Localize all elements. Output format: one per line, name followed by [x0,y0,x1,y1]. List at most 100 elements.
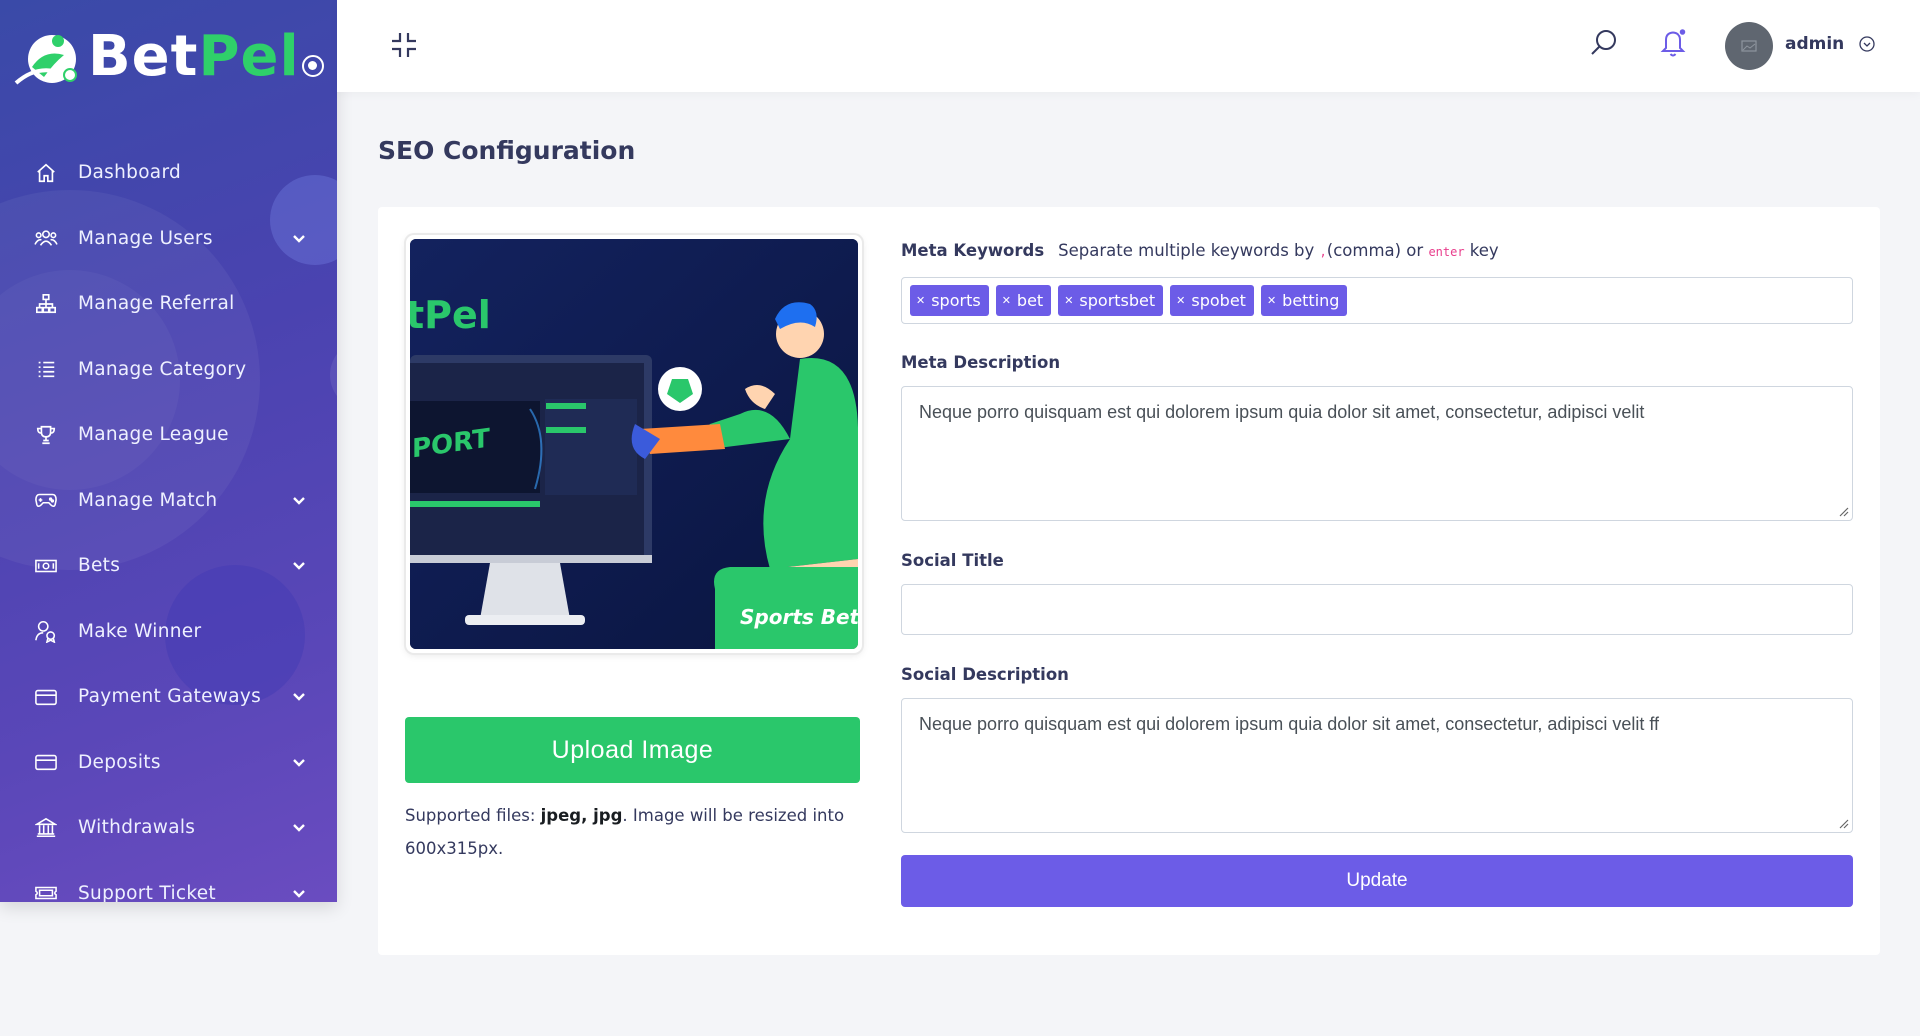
search-icon[interactable] [1589,28,1619,58]
sidebar-item-label: Payment Gateways [78,686,262,708]
sidebar-item-manage-referral[interactable]: Manage Referral [0,271,337,337]
sidebar-item-withdrawals[interactable]: Withdrawals [0,795,337,861]
money-bill-icon [33,553,59,579]
social-title-label: Social Title [901,551,1004,570]
chevron-down-icon [293,562,305,570]
chevron-down-circle-icon[interactable] [1858,35,1876,53]
keyword-tag-label: bet [1016,291,1044,310]
sidebar-toggle-button[interactable] [302,55,324,77]
trophy-icon [33,422,59,448]
brand-logo[interactable]: BetPel [14,22,300,92]
sidebar-item-bets[interactable]: Bets [0,533,337,599]
sidebar-item-label: Deposits [78,751,161,773]
keyword-tag: ✕ sportsbet [1058,285,1164,316]
meta-description-textarea[interactable]: Neque porro quisquam est qui dolorem ips… [901,386,1853,521]
sidebar-item-payment-gateways[interactable]: Payment Gateways [0,664,337,730]
remove-tag-icon[interactable]: ✕ [1064,294,1073,307]
resize-handle-icon[interactable] [1837,817,1849,829]
seo-image: tPel PORT Sports Bet [410,239,858,649]
sidebar-item-support-ticket[interactable]: Support Ticket [0,861,337,902]
sidebar-item-label: Manage Category [78,358,247,380]
social-description-textarea[interactable]: Neque porro quisquam est qui dolorem ips… [901,698,1853,833]
users-icon [33,225,59,251]
keyword-tag: ✕ bet [995,285,1052,316]
sidebar-item-make-winner[interactable]: Make Winner [0,599,337,665]
brand-part2: Pel [198,24,300,89]
sidebar-item-label: Bets [78,555,121,577]
meta-description-value: Neque porro quisquam est qui dolorem ips… [919,402,1645,422]
update-button[interactable]: Update [901,855,1853,907]
chevron-down-icon [293,693,305,701]
supported-prefix: Supported files: [405,806,541,825]
gamepad-icon [33,487,59,513]
social-description-value: Neque porro quisquam est qui dolorem ips… [919,714,1660,734]
sidebar-item-label: Manage League [78,424,229,446]
remove-tag-icon[interactable]: ✕ [1002,294,1011,307]
sidebar-item-manage-league[interactable]: Manage League [0,402,337,468]
sidebar-item-dashboard[interactable]: Dashboard [0,140,337,206]
user-award-icon [33,618,59,644]
seo-image-preview: tPel PORT Sports Bet [406,235,862,653]
sitemap-icon [33,291,59,317]
sidebar-item-label: Manage Users [78,227,213,249]
chevron-down-icon [293,824,305,832]
meta-keywords-input[interactable]: ✕ sports ✕ bet ✕ sportsbet ✕ spobet ✕ betting [901,277,1853,324]
keyword-tag-label: spobet [1191,291,1246,310]
page-title: SEO Configuration [378,136,636,165]
meta-keywords-label-text: Meta Keywords [901,241,1045,260]
upload-image-button[interactable]: Upload Image [405,717,860,783]
sidebar-item-label: Support Ticket [78,882,216,902]
social-description-label: Social Description [901,665,1069,684]
sidebar-item-label: Dashboard [78,162,182,184]
user-name[interactable]: admin [1785,34,1844,54]
hint-prefix: Separate multiple keywords by [1058,241,1320,260]
sidebar-item-label: Withdrawals [78,817,196,839]
keyword-tag-label: sports [931,291,981,310]
wallet-icon [33,749,59,775]
social-title-input[interactable] [901,584,1853,635]
sidebar-item-manage-match[interactable]: Manage Match [0,468,337,534]
remove-tag-icon[interactable]: ✕ [916,294,925,307]
list-icon [33,356,59,382]
resize-handle-icon[interactable] [1837,505,1849,517]
remove-tag-icon[interactable]: ✕ [1267,294,1276,307]
sidebar-item-manage-users[interactable]: Manage Users [0,206,337,272]
sidebar-item-label: Make Winner [78,620,202,642]
banner-ribbon-text: Sports Bet [740,605,858,629]
chevron-down-icon [293,889,305,898]
supported-files-note: Supported files: jpeg, jpg. Image will b… [405,799,865,865]
avatar[interactable] [1725,22,1773,70]
image-placeholder-icon [1741,40,1757,52]
keyword-tag: ✕ sports [910,285,989,316]
sidebar-item-label: Manage Referral [78,293,235,315]
soccer-player-logo-icon [14,35,77,85]
hint-mid: (comma) or [1326,241,1429,260]
chevron-down-icon [293,496,305,505]
exit-fullscreen-icon[interactable] [389,30,419,60]
meta-keywords-hint: Separate multiple keywords by ,(comma) o… [1058,241,1499,260]
sidebar: BetPel Dashboard Manage Users Manage Ref… [0,0,337,902]
keyword-tag-label: sportsbet [1079,291,1156,310]
notification-bell-icon[interactable] [1658,26,1690,58]
meta-keywords-label: Meta Keywords Separate multiple keywords … [901,241,1499,260]
sidebar-menu: Dashboard Manage Users Manage Referral M… [0,140,337,902]
sidebar-item-manage-category[interactable]: Manage Category [0,337,337,403]
sidebar-item-label: Manage Match [78,489,218,511]
home-icon [33,160,59,186]
keyword-tag: ✕ betting [1260,285,1348,316]
keyword-tag: ✕ spobet [1170,285,1254,316]
hint-key: enter [1428,245,1465,259]
remove-tag-icon[interactable]: ✕ [1176,294,1185,307]
credit-card-icon [33,684,59,710]
brand-part1: Bet [88,24,199,89]
sidebar-item-deposits[interactable]: Deposits [0,730,337,796]
brand-name: BetPel [88,29,300,85]
banner-brand-text: tPel [410,293,491,337]
supported-types: jpeg, jpg [540,806,623,825]
chevron-down-icon [293,758,305,767]
hint-comma: , [1319,245,1327,259]
hint-suffix: key [1464,241,1499,260]
meta-description-label: Meta Description [901,353,1061,372]
bank-icon [33,815,59,841]
top-navbar: admin [337,0,1920,92]
